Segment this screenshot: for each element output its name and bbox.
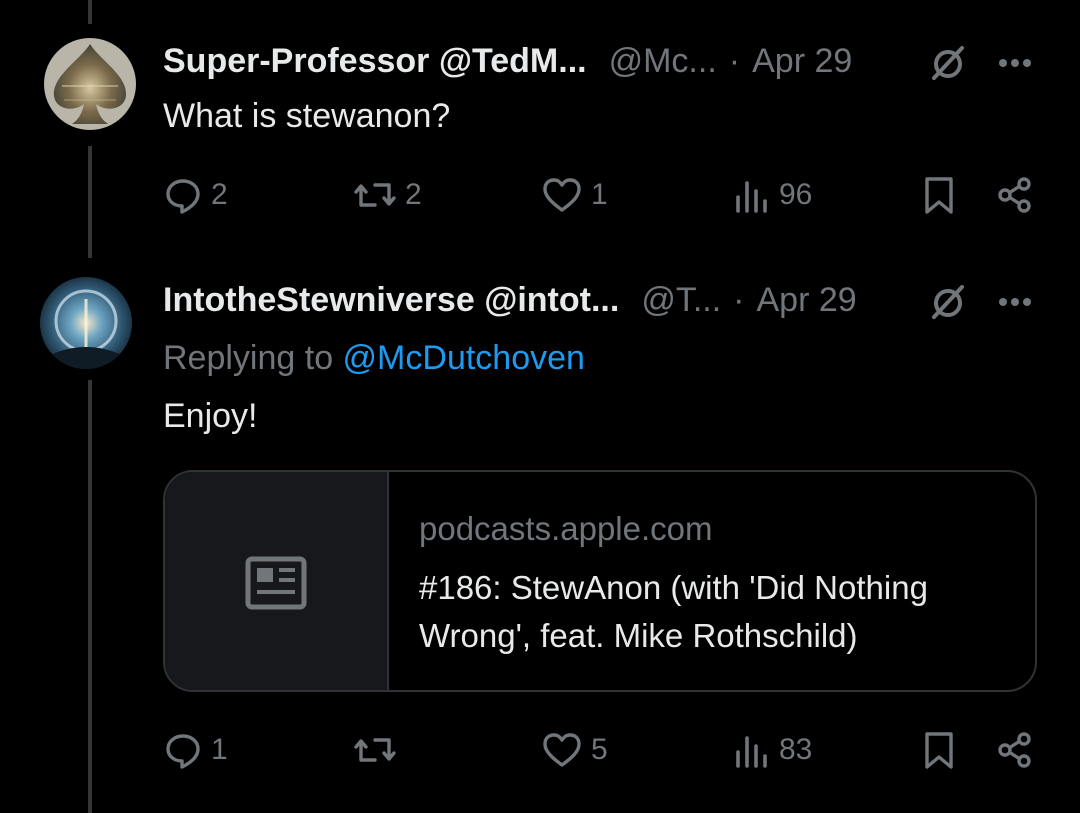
grok-icon[interactable] bbox=[928, 42, 968, 82]
post-text: Enjoy! bbox=[163, 397, 258, 435]
share-button[interactable] bbox=[995, 173, 1035, 217]
repost-icon bbox=[353, 730, 397, 770]
views-icon bbox=[731, 730, 771, 770]
post-header: IntotheStewniverse @intot... @T... · Apr… bbox=[163, 280, 857, 320]
repost-icon bbox=[353, 175, 397, 215]
share-icon bbox=[995, 730, 1035, 770]
bookmark-button[interactable] bbox=[921, 728, 957, 772]
share-icon bbox=[995, 175, 1035, 215]
views-count: 83 bbox=[779, 733, 813, 766]
views-button[interactable]: 96 bbox=[731, 173, 812, 217]
handle[interactable]: @Mc... bbox=[609, 41, 717, 81]
display-name[interactable]: IntotheStewniverse @intot... bbox=[163, 280, 619, 320]
repost-count: 2 bbox=[405, 178, 422, 211]
card-thumbnail bbox=[165, 472, 389, 690]
card-domain: podcasts.apple.com bbox=[419, 510, 713, 547]
views-button[interactable]: 83 bbox=[731, 728, 812, 772]
like-button[interactable]: 1 bbox=[541, 173, 608, 217]
reply-button[interactable]: 2 bbox=[163, 173, 228, 217]
replying-to-line: Replying to @McDutchoven bbox=[163, 338, 585, 378]
thread-line-middle bbox=[88, 146, 92, 258]
reply-count: 2 bbox=[211, 178, 228, 211]
reply-count: 1 bbox=[211, 733, 228, 766]
bookmark-icon bbox=[921, 175, 957, 215]
views-count: 96 bbox=[779, 178, 813, 211]
separator-dot: · bbox=[728, 42, 741, 80]
action-bar: 2 2 1 96 bbox=[163, 173, 1043, 217]
post-date[interactable]: Apr 29 bbox=[757, 280, 857, 320]
bookmark-button[interactable] bbox=[921, 173, 957, 217]
replying-to-label: Replying to bbox=[163, 339, 343, 377]
like-button[interactable]: 5 bbox=[541, 728, 608, 772]
share-button[interactable] bbox=[995, 728, 1035, 772]
more-icon[interactable] bbox=[997, 295, 1033, 307]
handle[interactable]: @T... bbox=[641, 280, 721, 320]
avatar[interactable] bbox=[40, 277, 132, 369]
link-card[interactable]: podcasts.apple.com #186: StewAnon (with … bbox=[163, 470, 1037, 692]
post-date[interactable]: Apr 29 bbox=[752, 41, 852, 81]
avatar[interactable] bbox=[44, 38, 136, 130]
separator-dot: · bbox=[733, 281, 745, 319]
thread-line-top bbox=[88, 0, 92, 24]
post-header: Super-Professor @TedM... @Mc... · Apr 29 bbox=[163, 41, 852, 81]
article-icon bbox=[245, 556, 307, 615]
bookmark-icon bbox=[921, 730, 957, 770]
like-icon bbox=[541, 175, 583, 215]
thread-line-bottom bbox=[88, 380, 92, 813]
mention-link[interactable]: @McDutchoven bbox=[343, 339, 585, 377]
like-count: 5 bbox=[591, 733, 608, 766]
more-icon[interactable] bbox=[997, 56, 1033, 68]
grok-icon[interactable] bbox=[928, 281, 968, 321]
post-text: What is stewanon? bbox=[163, 97, 451, 135]
action-bar: 1 5 83 bbox=[163, 728, 1043, 772]
card-title: #186: StewAnon (with 'Did Nothing Wrong'… bbox=[419, 569, 928, 654]
like-count: 1 bbox=[591, 178, 608, 211]
reply-button[interactable]: 1 bbox=[163, 728, 228, 772]
reply-icon bbox=[163, 730, 203, 770]
reply-icon bbox=[163, 175, 203, 215]
repost-button[interactable]: 2 bbox=[353, 173, 422, 217]
views-icon bbox=[731, 175, 771, 215]
like-icon bbox=[541, 730, 583, 770]
repost-button[interactable] bbox=[353, 728, 405, 772]
display-name[interactable]: Super-Professor @TedM... bbox=[163, 41, 587, 81]
